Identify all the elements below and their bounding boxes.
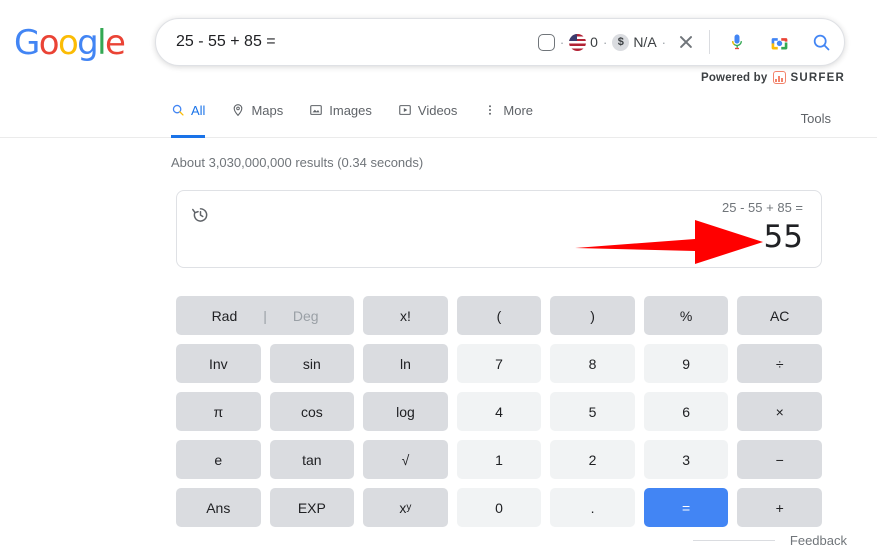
logo-letter-2: o	[38, 23, 60, 63]
us-flag-icon	[569, 33, 587, 51]
logo-letter-6: e	[105, 23, 126, 63]
selection-checkbox[interactable]	[537, 33, 555, 51]
calculator-keypad: Rad | Deg x! ( ) % AC Inv sin ln 7 8 9 ÷…	[176, 296, 822, 527]
key-percent[interactable]: %	[643, 296, 729, 335]
feedback-link[interactable]: Feedback	[790, 533, 847, 548]
result-stats: About 3,030,000,000 results (0.34 second…	[171, 155, 424, 170]
tab-maps-label: Maps	[251, 102, 284, 118]
key-ans[interactable]: Ans	[176, 488, 261, 527]
key-factorial[interactable]: x!	[363, 296, 448, 335]
tab-all-label: All	[191, 102, 206, 118]
key-deg-label: Deg	[292, 307, 319, 324]
nav-tabs: All Maps Images Videos More	[171, 94, 559, 138]
powered-by-badge: Powered by SURFER	[701, 71, 845, 84]
key-decimal-point[interactable]: .	[550, 488, 635, 527]
key-8[interactable]: 8	[550, 344, 635, 383]
camera-lens-icon[interactable]	[766, 29, 792, 55]
key-equals[interactable]: =	[643, 488, 729, 527]
tab-videos[interactable]: Videos	[398, 94, 470, 137]
more-vertical-icon	[489, 105, 492, 115]
key-rad-deg-toggle[interactable]: Rad | Deg	[176, 296, 355, 335]
tab-videos-label: Videos	[417, 102, 458, 118]
key-sin[interactable]: sin	[269, 344, 355, 383]
key-power-exponent: y	[406, 502, 412, 513]
search-results-page: Google 25 - 55 + 85 = · 0 · $ N/A · Powe…	[0, 0, 877, 555]
image-icon	[310, 105, 323, 115]
logo-letter-4: g	[77, 23, 99, 63]
key-add[interactable]: +	[737, 488, 822, 527]
key-4[interactable]: 4	[456, 392, 542, 431]
results-nav-bar: All Maps Images Videos More Tools	[0, 94, 877, 138]
calculator-expression: 25 - 55 + 85 =	[722, 200, 803, 215]
key-3[interactable]: 3	[643, 440, 729, 479]
close-icon[interactable]	[673, 29, 699, 55]
key-6[interactable]: 6	[643, 392, 729, 431]
key-radeg-divider: |	[263, 307, 267, 324]
search-input[interactable]: 25 - 55 + 85 =	[176, 32, 538, 52]
flag-count: 0	[590, 34, 598, 50]
logo-letter-5: l	[97, 23, 106, 63]
tab-all[interactable]: All	[171, 94, 217, 138]
key-exp[interactable]: EXP	[269, 488, 355, 527]
key-all-clear[interactable]: AC	[737, 296, 822, 335]
powered-by-label: Powered by	[700, 71, 768, 84]
key-5[interactable]: 5	[550, 392, 635, 431]
page-header: Google 25 - 55 + 85 = · 0 · $ N/A · Powe…	[0, 0, 877, 94]
key-rad-label: Rad	[211, 307, 238, 324]
tab-maps[interactable]: Maps	[231, 94, 295, 137]
tab-more-label: More	[503, 102, 534, 118]
history-icon[interactable]	[190, 204, 211, 230]
logo-letter-1: G	[14, 23, 40, 63]
calculator-display[interactable]: 25 - 55 + 85 = 55	[176, 190, 822, 268]
search-icon	[172, 104, 184, 116]
calculator-readout: 25 - 55 + 85 = 55	[722, 199, 803, 257]
key-9[interactable]: 9	[643, 344, 729, 383]
tab-more[interactable]: More	[483, 94, 545, 137]
search-bar-extras: · 0 · $ N/A ·	[537, 29, 836, 55]
search-icon[interactable]	[808, 29, 834, 55]
footer-divider	[693, 540, 775, 541]
calculator-result: 55	[763, 219, 803, 255]
surfer-brand-name: SURFER	[790, 71, 845, 84]
currency-value: N/A	[633, 34, 657, 50]
key-ln[interactable]: ln	[363, 344, 448, 383]
key-close-paren[interactable]: )	[550, 296, 635, 335]
tab-images[interactable]: Images	[309, 94, 384, 137]
key-7[interactable]: 7	[456, 344, 542, 383]
bar-chart-icon	[772, 71, 786, 84]
microphone-icon[interactable]	[724, 29, 750, 55]
calculator-widget: 25 - 55 + 85 = 55 Rad | Deg x! ( ) % AC …	[176, 190, 822, 527]
key-e[interactable]: e	[176, 440, 261, 479]
key-0[interactable]: 0	[456, 488, 542, 527]
key-cos[interactable]: cos	[269, 392, 355, 431]
key-2[interactable]: 2	[550, 440, 635, 479]
search-bar[interactable]: 25 - 55 + 85 = · 0 · $ N/A ·	[155, 18, 845, 66]
separator-dot-1: ·	[559, 34, 565, 50]
tab-images-label: Images	[329, 102, 372, 118]
key-subtract[interactable]: −	[737, 440, 822, 479]
google-logo[interactable]: Google	[14, 23, 126, 63]
separator-dot-2: ·	[602, 34, 608, 50]
key-1[interactable]: 1	[456, 440, 542, 479]
page-footer: Feedback	[0, 525, 877, 555]
video-icon	[399, 105, 411, 115]
currency-badge-icon: $	[612, 33, 630, 51]
logo-letter-3: o	[57, 23, 79, 63]
key-sqrt[interactable]: √	[363, 440, 448, 479]
key-tan[interactable]: tan	[269, 440, 355, 479]
key-power[interactable]: xy	[363, 488, 448, 527]
tools-button[interactable]: Tools	[801, 111, 831, 126]
key-inverse[interactable]: Inv	[176, 344, 261, 383]
divider	[709, 30, 710, 54]
key-pi[interactable]: π	[176, 392, 261, 431]
key-multiply[interactable]: ×	[737, 392, 822, 431]
key-divide[interactable]: ÷	[737, 344, 822, 383]
key-open-paren[interactable]: (	[456, 296, 542, 335]
key-power-base: x	[399, 499, 407, 516]
separator-dot-3: ·	[661, 34, 666, 50]
map-pin-icon	[234, 104, 243, 117]
key-log[interactable]: log	[363, 392, 448, 431]
